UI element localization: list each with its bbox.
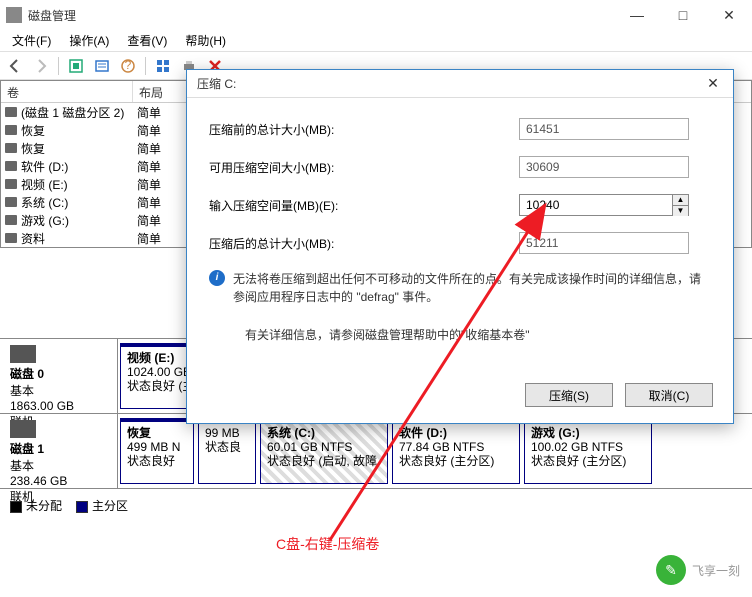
available-field: [519, 156, 689, 178]
volume-layout: 简单: [133, 140, 189, 157]
partition[interactable]: 99 MB状态良: [198, 418, 256, 484]
help-icon[interactable]: ?: [117, 55, 139, 77]
back-button[interactable]: [4, 55, 26, 77]
spin-down-button[interactable]: ▼: [673, 206, 688, 216]
partition-name: 游戏 (G:): [531, 426, 645, 440]
close-button[interactable]: ✕: [706, 0, 752, 30]
volume-layout: 简单: [133, 158, 189, 175]
partition-status: 状态良好: [127, 454, 187, 468]
disk-icon: [10, 420, 36, 438]
hint-text: 有关详细信息，请参阅磁盘管理帮助中的"收缩基本卷": [245, 326, 711, 343]
disk-size: 1863.00 GB: [10, 399, 113, 413]
available-label: 可用压缩空间大小(MB):: [209, 159, 519, 176]
partition-name: 恢复: [127, 426, 187, 440]
toolbar-icon-1[interactable]: [65, 55, 87, 77]
partition-status: 状态良: [205, 440, 249, 454]
watermark: ✎ 飞享一刻: [656, 555, 740, 585]
disk-name: 磁盘 0: [10, 365, 113, 382]
volume-layout: 简单: [133, 104, 189, 121]
menu-view[interactable]: 查看(V): [119, 30, 175, 51]
volume-layout: 简单: [133, 212, 189, 229]
volume-name: 恢复: [21, 122, 45, 139]
menu-help[interactable]: 帮助(H): [177, 30, 234, 51]
app-icon: [6, 7, 22, 23]
disk-type: 基本: [10, 457, 113, 474]
partition-size: 60.01 GB NTFS: [267, 440, 381, 454]
legend-unallocated: 未分配: [26, 499, 62, 513]
disk-size: 238.46 GB: [10, 474, 113, 488]
window-titlebar: 磁盘管理 — □ ✕: [0, 0, 752, 30]
partition[interactable]: 游戏 (G:)100.02 GB NTFS状态良好 (主分区): [524, 418, 652, 484]
disk-name: 磁盘 1: [10, 440, 113, 457]
volume-icon: [5, 125, 17, 135]
partition-size: 99 MB: [205, 426, 249, 440]
menu-file[interactable]: 文件(F): [4, 30, 59, 51]
volume-name: 游戏 (G:): [21, 212, 69, 229]
volume-name: (磁盘 1 磁盘分区 2): [21, 104, 124, 121]
window-title: 磁盘管理: [28, 7, 614, 24]
watermark-icon: ✎: [656, 555, 686, 585]
disk-icon: [10, 345, 36, 363]
partition-size: 77.84 GB NTFS: [399, 440, 513, 454]
volume-icon: [5, 215, 17, 225]
partition[interactable]: 系统 (C:)60.01 GB NTFS状态良好 (启动, 故障: [260, 418, 388, 484]
partition-name: 系统 (C:): [267, 426, 381, 440]
refresh-icon[interactable]: [91, 55, 113, 77]
watermark-text: 飞享一刻: [692, 562, 740, 579]
svg-text:?: ?: [125, 58, 132, 72]
disk-row: 磁盘 1基本238.46 GB联机恢复499 MB N状态良好99 MB状态良系…: [0, 414, 752, 489]
maximize-button[interactable]: □: [660, 0, 706, 30]
volume-icon: [5, 179, 17, 189]
legend-primary: 主分区: [92, 499, 128, 513]
partition-name: 软件 (D:): [399, 426, 513, 440]
total-before-field: [519, 118, 689, 140]
volume-name: 资料: [21, 230, 45, 247]
partition-status: 状态良好 (主分区): [531, 454, 645, 468]
menu-action[interactable]: 操作(A): [61, 30, 117, 51]
shrink-dialog: 压缩 C: ✕ 压缩前的总计大小(MB): 可用压缩空间大小(MB): 输入压缩…: [186, 69, 734, 424]
volume-icon: [5, 197, 17, 207]
volume-layout: 简单: [133, 194, 189, 211]
volume-name: 恢复: [21, 140, 45, 157]
forward-button[interactable]: [30, 55, 52, 77]
shrink-amount-input[interactable]: [519, 194, 689, 216]
spin-up-button[interactable]: ▲: [673, 195, 688, 206]
dialog-title: 压缩 C:: [197, 75, 693, 92]
cancel-button[interactable]: 取消(C): [625, 383, 713, 407]
col-volume[interactable]: 卷: [1, 81, 133, 102]
settings-icon[interactable]: [152, 55, 174, 77]
minimize-button[interactable]: —: [614, 0, 660, 30]
partition-status: 状态良好 (启动, 故障: [267, 454, 381, 468]
shrink-button[interactable]: 压缩(S): [525, 383, 613, 407]
info-icon: i: [209, 270, 225, 286]
partition-status: 状态良好 (主分区): [399, 454, 513, 468]
total-after-field: [519, 232, 689, 254]
info-text: 无法将卷压缩到超出任何不可移动的文件所在的点。有关完成该操作时间的详细信息，请参…: [233, 270, 711, 306]
partition[interactable]: 恢复499 MB N状态良好: [120, 418, 194, 484]
volume-name: 软件 (D:): [21, 158, 68, 175]
total-before-label: 压缩前的总计大小(MB):: [209, 121, 519, 138]
volume-layout: 简单: [133, 176, 189, 193]
volume-name: 系统 (C:): [21, 194, 68, 211]
partition-size: 499 MB N: [127, 440, 187, 454]
annotation-text: C盘-右键-压缩卷: [276, 534, 379, 554]
dialog-close-button[interactable]: ✕: [693, 70, 733, 97]
volume-layout: 简单: [133, 122, 189, 139]
volume-icon: [5, 143, 17, 153]
disk-type: 基本: [10, 382, 113, 399]
volume-icon: [5, 233, 17, 243]
col-layout[interactable]: 布局: [133, 81, 189, 102]
menubar: 文件(F) 操作(A) 查看(V) 帮助(H): [0, 30, 752, 52]
total-after-label: 压缩后的总计大小(MB):: [209, 235, 519, 252]
input-amount-label: 输入压缩空间量(MB)(E):: [209, 197, 519, 214]
volume-icon: [5, 107, 17, 117]
volume-name: 视频 (E:): [21, 176, 68, 193]
volume-layout: 简单: [133, 230, 189, 247]
volume-icon: [5, 161, 17, 171]
partition-size: 100.02 GB NTFS: [531, 440, 645, 454]
partition[interactable]: 软件 (D:)77.84 GB NTFS状态良好 (主分区): [392, 418, 520, 484]
